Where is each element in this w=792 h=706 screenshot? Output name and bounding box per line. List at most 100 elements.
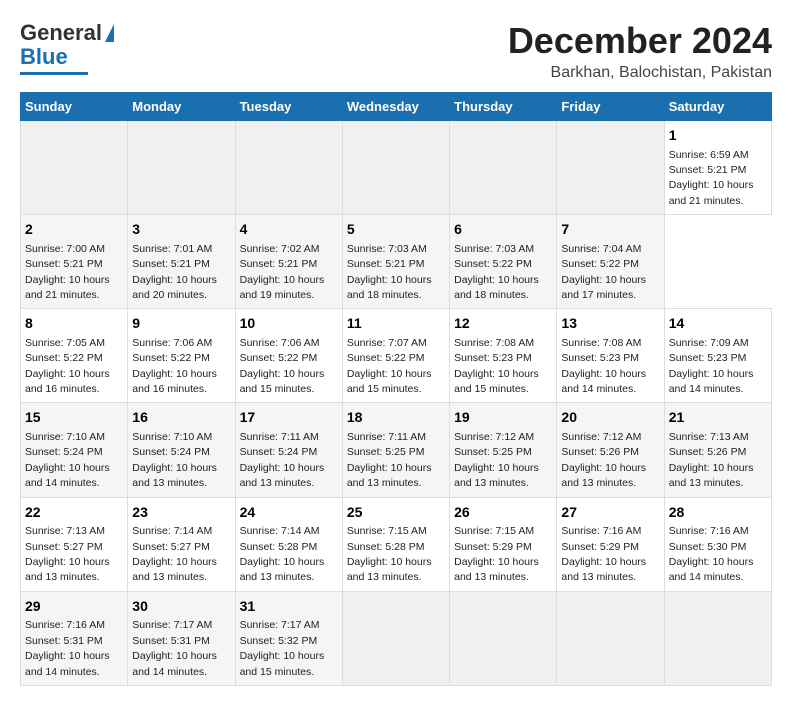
calendar-cell: 20 Sunrise: 7:12 AMSunset: 5:26 PMDayligh…	[557, 403, 664, 497]
header-day-sunday: Sunday	[21, 93, 128, 121]
calendar-week-3: 15 Sunrise: 7:10 AMSunset: 5:24 PMDayligh…	[21, 403, 772, 497]
day-number: 23	[132, 503, 230, 523]
day-info: Sunrise: 7:10 AMSunset: 5:24 PMDaylight:…	[25, 431, 110, 489]
calendar-cell	[450, 121, 557, 215]
day-info: Sunrise: 7:12 AMSunset: 5:25 PMDaylight:…	[454, 431, 539, 489]
day-info: Sunrise: 7:08 AMSunset: 5:23 PMDaylight:…	[561, 337, 646, 395]
day-info: Sunrise: 7:11 AMSunset: 5:24 PMDaylight:…	[240, 431, 325, 489]
day-info: Sunrise: 7:16 AMSunset: 5:31 PMDaylight:…	[25, 619, 110, 677]
page-header: General Blue December 2024 Barkhan, Balo…	[20, 20, 772, 82]
calendar-cell	[450, 591, 557, 685]
calendar-week-2: 8Sunrise: 7:05 AMSunset: 5:22 PMDaylight…	[21, 309, 772, 403]
day-info: Sunrise: 7:14 AMSunset: 5:27 PMDaylight:…	[132, 525, 217, 583]
day-info: Sunrise: 7:13 AMSunset: 5:26 PMDaylight:…	[669, 431, 754, 489]
calendar-cell: 8Sunrise: 7:05 AMSunset: 5:22 PMDaylight…	[21, 309, 128, 403]
day-number: 24	[240, 503, 338, 523]
day-info: Sunrise: 7:11 AMSunset: 5:25 PMDaylight:…	[347, 431, 432, 489]
day-number: 22	[25, 503, 123, 523]
logo-underline	[20, 72, 88, 75]
day-info: Sunrise: 7:13 AMSunset: 5:27 PMDaylight:…	[25, 525, 110, 583]
day-info: Sunrise: 7:06 AMSunset: 5:22 PMDaylight:…	[240, 337, 325, 395]
calendar-cell: 6Sunrise: 7:03 AMSunset: 5:22 PMDaylight…	[450, 215, 557, 309]
title-block: December 2024 Barkhan, Balochistan, Paki…	[508, 20, 772, 82]
day-number: 4	[240, 220, 338, 240]
calendar-cell	[557, 591, 664, 685]
calendar-cell: 5 Sunrise: 7:03 AMSunset: 5:21 PMDaylight…	[342, 215, 449, 309]
calendar-cell: 27Sunrise: 7:16 AMSunset: 5:29 PMDayligh…	[557, 497, 664, 591]
calendar-body: 1Sunrise: 6:59 AMSunset: 5:21 PMDaylight…	[21, 121, 772, 686]
calendar-cell	[21, 121, 128, 215]
day-number: 29	[25, 597, 123, 617]
logo-triangle-icon	[105, 24, 114, 42]
header-row: SundayMondayTuesdayWednesdayThursdayFrid…	[21, 93, 772, 121]
day-info: Sunrise: 7:02 AMSunset: 5:21 PMDaylight:…	[240, 243, 325, 301]
calendar-week-4: 22Sunrise: 7:13 AMSunset: 5:27 PMDayligh…	[21, 497, 772, 591]
day-info: Sunrise: 7:16 AMSunset: 5:30 PMDaylight:…	[669, 525, 754, 583]
day-number: 31	[240, 597, 338, 617]
calendar-cell: 12 Sunrise: 7:08 AMSunset: 5:23 PMDayligh…	[450, 309, 557, 403]
location-title: Barkhan, Balochistan, Pakistan	[508, 64, 772, 82]
day-info: Sunrise: 7:09 AMSunset: 5:23 PMDaylight:…	[669, 337, 754, 395]
day-number: 15	[25, 408, 123, 428]
day-info: Sunrise: 6:59 AMSunset: 5:21 PMDaylight:…	[669, 149, 754, 207]
day-number: 16	[132, 408, 230, 428]
day-number: 7	[561, 220, 659, 240]
day-info: Sunrise: 7:15 AMSunset: 5:29 PMDaylight:…	[454, 525, 539, 583]
calendar-cell: 2 Sunrise: 7:00 AMSunset: 5:21 PMDaylight…	[21, 215, 128, 309]
day-info: Sunrise: 7:07 AMSunset: 5:22 PMDaylight:…	[347, 337, 432, 395]
calendar-week-5: 29Sunrise: 7:16 AMSunset: 5:31 PMDayligh…	[21, 591, 772, 685]
day-info: Sunrise: 7:06 AMSunset: 5:22 PMDaylight:…	[132, 337, 217, 395]
calendar-cell: 9Sunrise: 7:06 AMSunset: 5:22 PMDaylight…	[128, 309, 235, 403]
day-number: 14	[669, 314, 767, 334]
calendar-cell: 11Sunrise: 7:07 AMSunset: 5:22 PMDayligh…	[342, 309, 449, 403]
day-info: Sunrise: 7:01 AMSunset: 5:21 PMDaylight:…	[132, 243, 217, 301]
day-number: 2	[25, 220, 123, 240]
calendar-week-0: 1Sunrise: 6:59 AMSunset: 5:21 PMDaylight…	[21, 121, 772, 215]
day-info: Sunrise: 7:17 AMSunset: 5:31 PMDaylight:…	[132, 619, 217, 677]
calendar-cell: 1Sunrise: 6:59 AMSunset: 5:21 PMDaylight…	[664, 121, 771, 215]
day-info: Sunrise: 7:03 AMSunset: 5:22 PMDaylight:…	[454, 243, 539, 301]
calendar-cell: 4 Sunrise: 7:02 AMSunset: 5:21 PMDaylight…	[235, 215, 342, 309]
header-day-friday: Friday	[557, 93, 664, 121]
calendar-cell: 13Sunrise: 7:08 AMSunset: 5:23 PMDayligh…	[557, 309, 664, 403]
logo-blue: Blue	[20, 44, 68, 70]
day-number: 12	[454, 314, 552, 334]
calendar-cell: 21Sunrise: 7:13 AMSunset: 5:26 PMDayligh…	[664, 403, 771, 497]
calendar-cell: 15 Sunrise: 7:10 AMSunset: 5:24 PMDayligh…	[21, 403, 128, 497]
day-number: 5	[347, 220, 445, 240]
day-number: 8	[25, 314, 123, 334]
calendar-header: SundayMondayTuesdayWednesdayThursdayFrid…	[21, 93, 772, 121]
day-info: Sunrise: 7:12 AMSunset: 5:26 PMDaylight:…	[561, 431, 646, 489]
calendar-cell: 19Sunrise: 7:12 AMSunset: 5:25 PMDayligh…	[450, 403, 557, 497]
month-title: December 2024	[508, 20, 772, 62]
day-info: Sunrise: 7:08 AMSunset: 5:23 PMDaylight:…	[454, 337, 539, 395]
calendar-cell: 30Sunrise: 7:17 AMSunset: 5:31 PMDayligh…	[128, 591, 235, 685]
header-day-monday: Monday	[128, 93, 235, 121]
calendar-cell: 3 Sunrise: 7:01 AMSunset: 5:21 PMDaylight…	[128, 215, 235, 309]
day-number: 25	[347, 503, 445, 523]
header-day-thursday: Thursday	[450, 93, 557, 121]
day-number: 26	[454, 503, 552, 523]
calendar-cell	[557, 121, 664, 215]
calendar-cell: 16Sunrise: 7:10 AMSunset: 5:24 PMDayligh…	[128, 403, 235, 497]
calendar-cell: 23Sunrise: 7:14 AMSunset: 5:27 PMDayligh…	[128, 497, 235, 591]
day-info: Sunrise: 7:17 AMSunset: 5:32 PMDaylight:…	[240, 619, 325, 677]
day-info: Sunrise: 7:00 AMSunset: 5:21 PMDaylight:…	[25, 243, 110, 301]
calendar-cell: 26Sunrise: 7:15 AMSunset: 5:29 PMDayligh…	[450, 497, 557, 591]
day-info: Sunrise: 7:15 AMSunset: 5:28 PMDaylight:…	[347, 525, 432, 583]
calendar-cell	[235, 121, 342, 215]
day-info: Sunrise: 7:04 AMSunset: 5:22 PMDaylight:…	[561, 243, 646, 301]
day-number: 18	[347, 408, 445, 428]
day-number: 10	[240, 314, 338, 334]
calendar-cell: 14 Sunrise: 7:09 AMSunset: 5:23 PMDayligh…	[664, 309, 771, 403]
calendar-cell	[664, 591, 771, 685]
logo-general: General	[20, 20, 102, 46]
day-number: 20	[561, 408, 659, 428]
calendar-cell: 10 Sunrise: 7:06 AMSunset: 5:22 PMDayligh…	[235, 309, 342, 403]
day-number: 3	[132, 220, 230, 240]
day-number: 17	[240, 408, 338, 428]
day-info: Sunrise: 7:03 AMSunset: 5:21 PMDaylight:…	[347, 243, 432, 301]
day-number: 30	[132, 597, 230, 617]
calendar-cell: 7 Sunrise: 7:04 AMSunset: 5:22 PMDaylight…	[557, 215, 664, 309]
header-day-wednesday: Wednesday	[342, 93, 449, 121]
